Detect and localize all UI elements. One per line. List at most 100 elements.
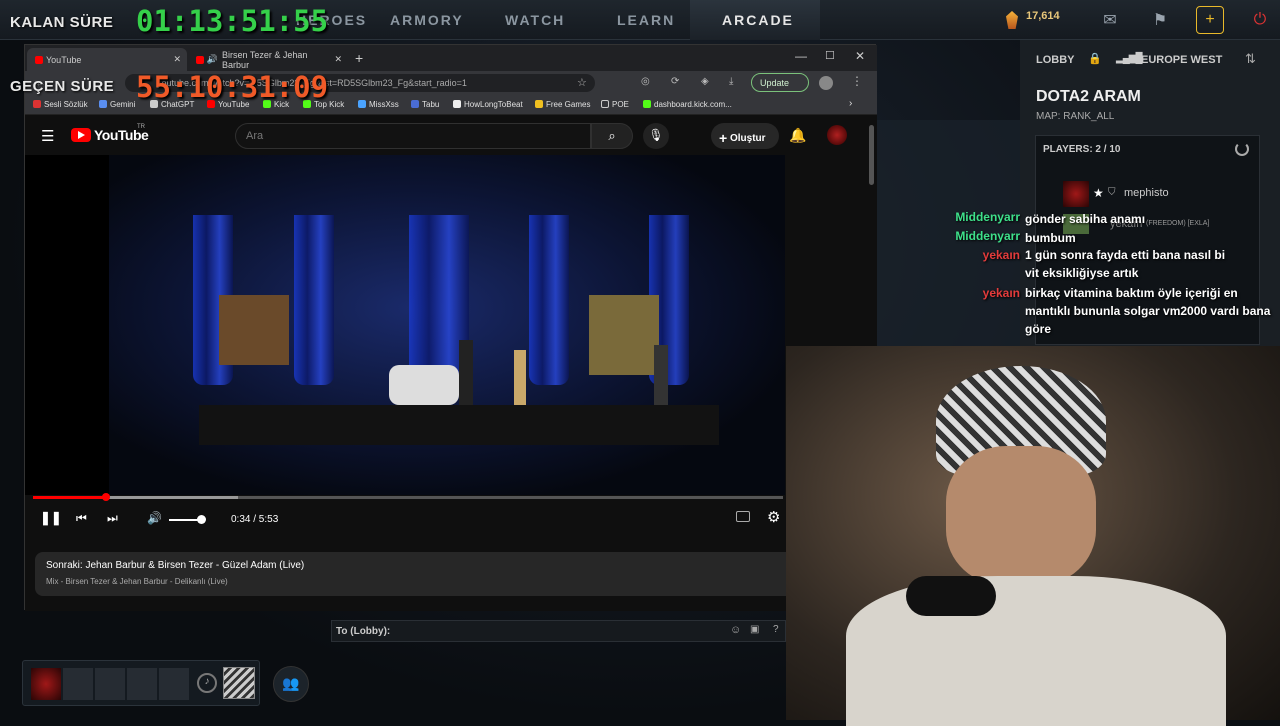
video-player[interactable]: [25, 155, 785, 495]
party-slot-player[interactable]: [31, 668, 61, 700]
party-bar: ♪: [22, 660, 260, 706]
browser-window: YouTube ✕ 🔊 Birsen Tezer & Jehan Barbur …: [24, 44, 877, 611]
youtube-logo-icon[interactable]: [71, 128, 91, 142]
youtube-favicon-icon: [35, 55, 43, 64]
rank-medal-icon[interactable]: [223, 667, 255, 699]
tab-birsen-tezer[interactable]: 🔊 Birsen Tezer & Jehan Barbur ✕: [188, 48, 348, 71]
profile-avatar[interactable]: [819, 76, 833, 90]
close-tab-icon[interactable]: ✕: [334, 54, 342, 65]
plus-icon[interactable]: +: [1196, 6, 1224, 34]
up-next-title: Sonraki: Jehan Barbur & Birsen Tezer - G…: [46, 560, 305, 571]
youtube-page: ☰ YouTube TR Ara ⌕ 🎙 + Oluştur 🔔 ❚❚ ⏮ ⏭ …: [25, 115, 877, 611]
bookmark-tabu[interactable]: Tabu: [411, 100, 439, 109]
microphone-icon[interactable]: 🎙: [643, 123, 669, 149]
power-icon[interactable]: ⏻: [1246, 6, 1274, 34]
party-slot-empty[interactable]: [127, 668, 157, 700]
chat-username: Middenyarr: [955, 210, 1020, 224]
party-slot-empty[interactable]: [63, 668, 93, 700]
player-name[interactable]: mephisto: [1124, 187, 1169, 199]
scrollbar[interactable]: [869, 125, 874, 185]
mail-icon[interactable]: ✉: [1096, 6, 1124, 34]
create-button[interactable]: + Oluştur: [711, 123, 779, 149]
headset-icon[interactable]: ♪: [197, 673, 217, 693]
performer: [654, 345, 668, 405]
bookmark-gemini[interactable]: Gemini: [99, 100, 135, 109]
elapsed-timer: 55:10:31:09: [136, 70, 329, 104]
elapsed-label: GEÇEN SÜRE: [10, 78, 115, 95]
refresh-extension-icon[interactable]: ⟳: [671, 76, 679, 87]
chat-message: birkaç vitamina baktım öyle içeriği en m…: [1025, 286, 1271, 336]
notifications-bell-icon[interactable]: 🔔: [789, 127, 806, 144]
bookmark-free-games[interactable]: Free Games: [535, 100, 590, 109]
party-slot-empty[interactable]: [159, 668, 189, 700]
volume-icon[interactable]: 🔊: [147, 511, 162, 525]
emoji-icon[interactable]: ☺: [730, 624, 741, 636]
lobby-title: DOTA2 ARAM: [1036, 88, 1141, 105]
update-button[interactable]: Update: [751, 73, 809, 92]
swap-icon[interactable]: ⇅: [1245, 51, 1256, 67]
create-label: Oluştur: [729, 133, 766, 144]
hamburger-menu-icon[interactable]: ☰: [41, 127, 54, 145]
up-next-subtitle: Mix - Birsen Tezer & Jehan Barbur - Deli…: [46, 577, 228, 586]
tab-bar: YouTube ✕ 🔊 Birsen Tezer & Jehan Barbur …: [25, 45, 877, 71]
armory-icon[interactable]: ⚑: [1146, 6, 1174, 34]
speaker-icon: 🔊: [206, 54, 219, 64]
nav-armory[interactable]: ARMORY: [390, 12, 464, 28]
progress-scrubber[interactable]: [101, 493, 110, 501]
chat-message: 1 gün sonra fayda etti bana nasıl bi vit…: [1025, 248, 1226, 280]
painting-left: [219, 295, 289, 365]
volume-knob[interactable]: [197, 515, 206, 524]
bookmark-sesli-sozluk[interactable]: Sesli Sözlük: [33, 100, 88, 109]
webcam-feed: [786, 346, 1280, 726]
party-slot-empty[interactable]: [95, 668, 125, 700]
bookmark-star-icon[interactable]: ☆: [577, 76, 587, 89]
previous-icon[interactable]: ⏮: [76, 511, 87, 526]
nav-learn[interactable]: LEARN: [617, 12, 675, 28]
region-code: TR: [137, 124, 145, 130]
signal-icon: ▂▄▆█: [1116, 53, 1143, 64]
nav-watch[interactable]: WATCH: [505, 12, 565, 28]
maximize-icon[interactable]: ☐: [825, 49, 835, 62]
lobby-tab[interactable]: LOBBY: [1036, 54, 1075, 66]
chat-username: yekaın: [982, 286, 1020, 300]
progress-played: [33, 496, 106, 499]
player-avatar[interactable]: [1063, 181, 1089, 207]
menu-dots-icon[interactable]: ⋮: [851, 74, 863, 88]
channel-avatar[interactable]: [827, 125, 847, 145]
bookmark-poe[interactable]: POE: [601, 100, 629, 109]
chat-help[interactable]: ?: [773, 624, 779, 635]
chat-message: bumbum: [1025, 231, 1076, 245]
minimize-icon[interactable]: —: [795, 49, 807, 63]
chat-image-icon[interactable]: ▣: [750, 624, 759, 635]
extension-icon[interactable]: ◎: [641, 76, 650, 87]
search-input[interactable]: Ara: [235, 123, 591, 149]
new-tab-icon[interactable]: +: [355, 50, 363, 66]
close-tab-icon[interactable]: ✕: [173, 54, 181, 65]
friends-icon[interactable]: 👥: [273, 666, 309, 702]
pause-icon[interactable]: ❚❚: [40, 510, 62, 526]
bookmark-missxss[interactable]: MissXss: [358, 100, 399, 109]
settings-gear-icon[interactable]: ⚙: [767, 508, 780, 526]
subtitles-icon[interactable]: [736, 511, 750, 522]
lobby-chat-input[interactable]: To (Lobby): ☺ ▣ ?: [331, 620, 786, 642]
time-display: 0:34 / 5:53: [231, 514, 279, 525]
bookmark-howlongtobeat[interactable]: HowLongToBeat: [453, 100, 523, 109]
lobby-chat-label: To (Lobby):: [336, 626, 391, 637]
search-icon[interactable]: ⌕: [591, 123, 633, 149]
tab-youtube[interactable]: YouTube ✕: [27, 48, 187, 71]
close-window-icon[interactable]: ✕: [855, 49, 865, 63]
download-icon[interactable]: ⤓: [729, 76, 733, 87]
search-placeholder: Ara: [246, 130, 264, 142]
bookmark-kick-dashboard[interactable]: dashboard.kick.com...: [643, 100, 732, 109]
up-next-card[interactable]: Sonraki: Jehan Barbur & Birsen Tezer - G…: [35, 552, 795, 596]
extension2-icon[interactable]: ◈: [701, 76, 709, 87]
region-label: EUROPE WEST: [1141, 54, 1223, 66]
shield-icon: ⛉: [1108, 187, 1116, 198]
nav-arcade[interactable]: ARCADE: [722, 12, 794, 28]
next-icon[interactable]: ⏭: [107, 511, 118, 526]
players-header: PLAYERS: 2 / 10: [1043, 144, 1121, 155]
shards-icon: [1006, 11, 1018, 29]
bookmarks-more-icon[interactable]: ›: [849, 98, 852, 109]
streamer-face: [946, 446, 1096, 586]
stage-floor: [199, 405, 719, 445]
